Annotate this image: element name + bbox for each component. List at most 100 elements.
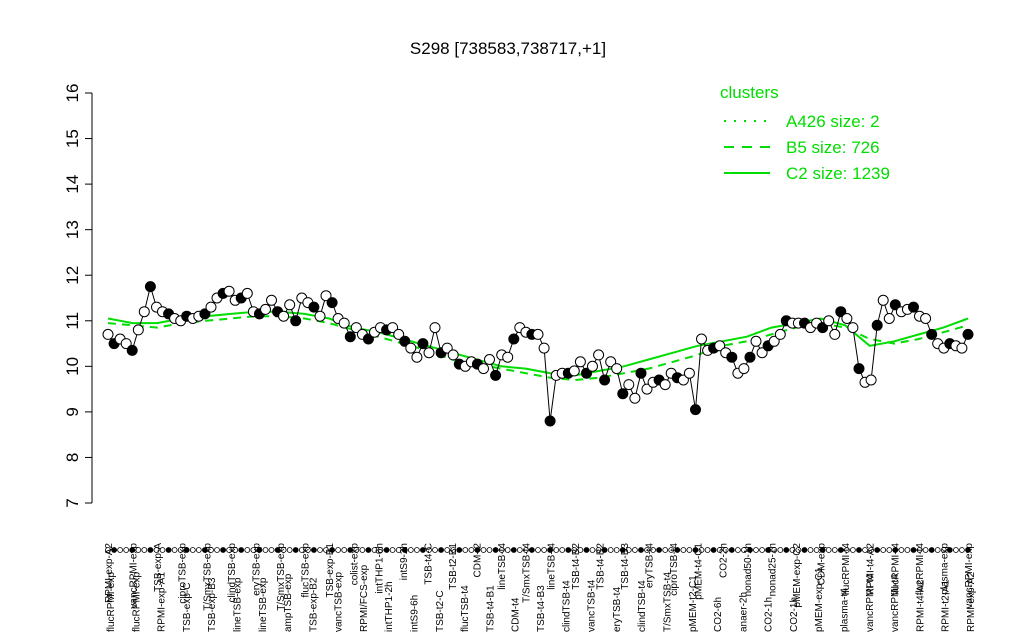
rug-mark [728,547,735,553]
rug-mark [662,547,669,553]
rug-mark [214,547,220,553]
rug-mark [607,547,614,553]
sample-point [956,342,968,354]
rug-mark [462,547,469,553]
sample-point [920,313,932,324]
sample-point [205,301,217,313]
x-label-top: CDM-t2 [473,543,484,578]
x-label-bottom: lineTSB-exp [232,577,243,632]
x-label-bottom: flucRPMI-exp [131,572,142,632]
y-tick-label: 8 [63,453,82,462]
x-label-bottom: TSB-t4-B1 [485,585,496,632]
rug-mark [244,547,251,553]
sample-point [284,299,296,311]
sample-point [484,354,495,365]
legend-label-2: B5 size: 726 [786,138,880,157]
sample-point [926,328,938,340]
sample-point [829,328,841,340]
y-tick-label: 9 [63,407,82,416]
sample-point [447,349,459,361]
x-label-top: nonad50-1h [743,543,754,596]
x-label-bottom: CO2-6h [713,597,724,632]
rug-mark [880,547,887,553]
x-label-bottom: anaer-2h [738,592,749,632]
x-label-bottom: vancRPMI-t4 [865,574,876,632]
sample-point [847,322,859,334]
rug-mark [486,547,493,553]
legend: clusters A426 size: 2 B5 size: 726 C2 size… [720,83,890,183]
rug-mark [335,547,342,553]
x-label-bottom: ampTSB-exp [283,573,294,632]
rug-mark [438,547,445,553]
cluster-expression-chart: S298 [738583,738717,+1] 7 8 9 10 11 12 13 14 15 1… [63,39,977,632]
x-label-bottom: RPMI-t2-A1 [941,579,952,632]
sample-point [126,344,138,356]
sample-point [568,365,580,377]
rug-mark [710,547,717,553]
x-label-top: TSB-t4-B3 [620,543,631,590]
rug-mark [559,547,566,553]
rug-mark [341,547,348,553]
sample-point [423,347,435,359]
sample-point [738,363,750,375]
sample-point [696,333,707,345]
x-label-bottom: vancRPMI-t4 [890,574,901,632]
sample-point [429,322,441,334]
x-label-bottom: RPMI-exp-A2 [966,572,977,632]
x-label-top: nonad25-1h [767,543,778,596]
sample-point [587,360,598,372]
x-label-bottom: RPMI-t4-A2 [915,579,926,632]
rug-mark [613,547,620,553]
rug-mark [238,547,245,553]
x-label-bottom: RPMI-exp-A1 [157,572,168,632]
sample-point [502,351,514,363]
x-label-bottom: clindTSB-t4 [637,580,648,632]
sample-point [132,324,144,336]
x-label-bottom: pMEM-t2-C1 [688,575,699,632]
x-label-top: flucRPMI-t4 [841,543,852,596]
sample-point [617,388,629,400]
rug-mark [783,547,790,553]
y-tick-label: 13 [63,220,82,239]
rug-mark [807,547,814,553]
rug-mark [904,547,911,553]
chart-title: S298 [738583,738717,+1] [410,39,606,58]
sample-points [102,281,974,427]
x-label-bottom: flucTSB-t4 [460,585,471,632]
x-label-bottom: TSB-exp-B2 [308,577,319,632]
rug-mark [147,547,154,553]
rug-mark [389,547,396,553]
y-tick-label: 11 [63,312,82,330]
sample-point [241,287,253,299]
sample-point [877,294,889,306]
rug-mark [759,547,765,553]
x-label-bottom: clindTSB-t4 [561,580,572,632]
y-tick-label: 7 [63,498,82,507]
x-label-bottom: TSB-t2-C [435,590,446,632]
sample-point [683,367,695,379]
sample-point [611,363,623,375]
rug-mark [195,547,202,553]
x-label-bottom: vancTSB-exp [334,572,345,632]
rug-mark [317,547,323,553]
sample-point [102,328,114,340]
sample-point [726,351,738,363]
rug-mark [928,547,935,553]
rug-mark [535,547,541,553]
rug-mark [510,547,517,553]
sample-point [538,342,550,354]
rug-mark [413,547,420,553]
rug-mark [656,547,662,553]
legend-label-3: C2 size: 1239 [786,164,890,183]
sample-point [290,315,302,327]
rug-mark [777,547,784,553]
sample-point [871,319,883,331]
sample-point [659,379,671,391]
x-label-bottom: lineTSB-exp [258,577,269,632]
sample-point [635,367,647,379]
sample-point [532,328,544,340]
rug-mark [262,547,269,553]
legend-label-1: A426 size: 2 [786,112,880,131]
x-label-bottom: eryTSB-t4 [612,587,623,632]
sample-point [490,369,502,381]
